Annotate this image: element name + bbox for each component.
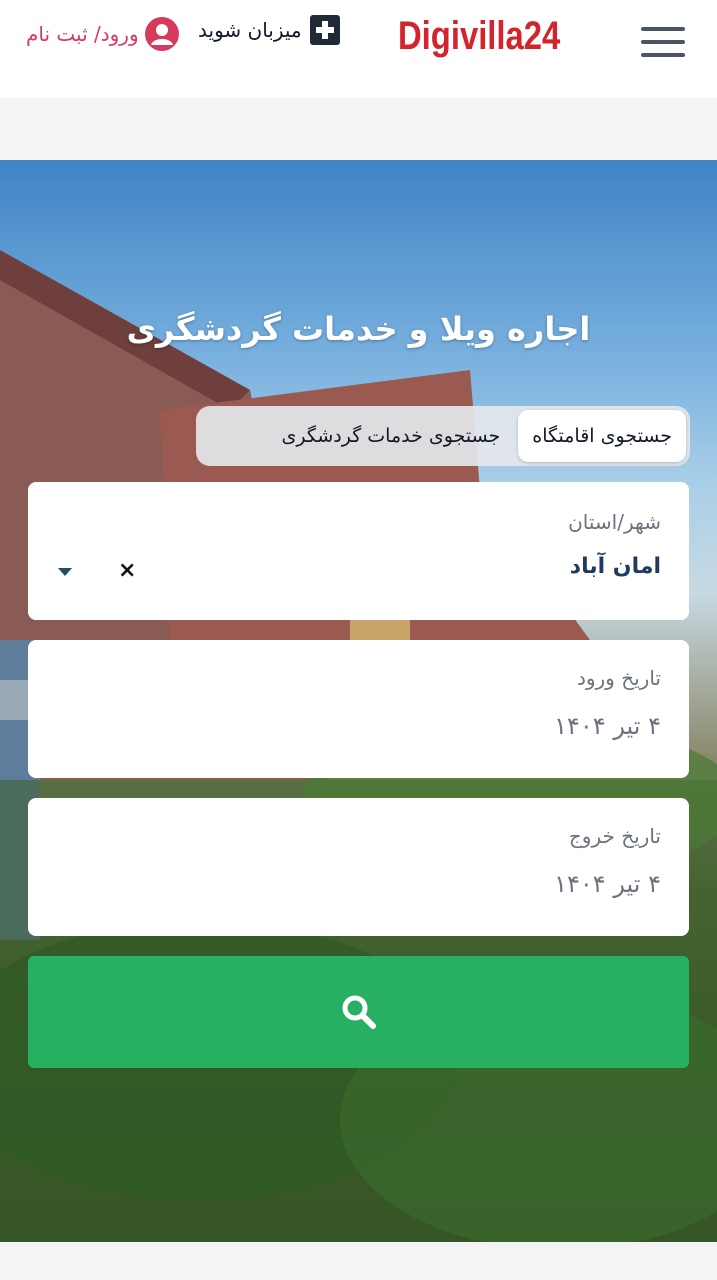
plus-icon	[309, 15, 340, 45]
become-host-link[interactable]: میزبان شوید	[198, 14, 340, 46]
tab-accommodation-search[interactable]: جستجوی اقامتگاه	[518, 410, 686, 462]
page-background	[0, 1242, 717, 1280]
clear-city-icon[interactable]: ×	[118, 558, 136, 583]
tab-tourism-services-search[interactable]: جستجوی خدمات گردشگری	[267, 410, 514, 462]
hero-section: اجاره ویلا و خدمات گردشگری جستجوی اقامتگ…	[0, 160, 717, 1242]
checkin-date-field[interactable]: تاریخ ورود ۴ تیر ۱۴۰۴	[28, 640, 689, 778]
city-selected-value: امان آباد	[569, 554, 661, 579]
chevron-down-icon[interactable]	[58, 568, 72, 576]
hero-title: اجاره ویلا و خدمات گردشگری	[126, 310, 591, 348]
hamburger-menu-icon[interactable]	[641, 24, 685, 60]
checkout-date-field[interactable]: تاریخ خروج ۴ تیر ۱۴۰۴	[28, 798, 689, 936]
search-button[interactable]	[28, 956, 689, 1068]
become-host-label: میزبان شوید	[198, 18, 302, 42]
user-icon	[144, 17, 179, 51]
checkout-field-label: تاریخ خروج	[568, 824, 661, 848]
brand-logo[interactable]: Digivilla24	[398, 14, 560, 59]
city-field-label: شهر/استان	[568, 510, 661, 534]
checkin-field-label: تاریخ ورود	[576, 666, 661, 690]
checkout-date-value: ۴ تیر ۱۴۰۴	[554, 870, 661, 898]
search-type-tabs: جستجوی اقامتگاه جستجوی خدمات گردشگری	[196, 406, 690, 466]
login-register-label: ورود/ ثبت نام	[26, 22, 139, 46]
checkin-date-value: ۴ تیر ۱۴۰۴	[554, 712, 661, 740]
top-header: Digivilla24 میزبان شوید ورود/ ثبت نام	[0, 0, 717, 98]
city-select-field[interactable]: شهر/استان امان آباد ×	[28, 482, 689, 620]
login-register-link[interactable]: ورود/ ثبت نام	[26, 16, 179, 52]
search-icon	[342, 995, 376, 1029]
